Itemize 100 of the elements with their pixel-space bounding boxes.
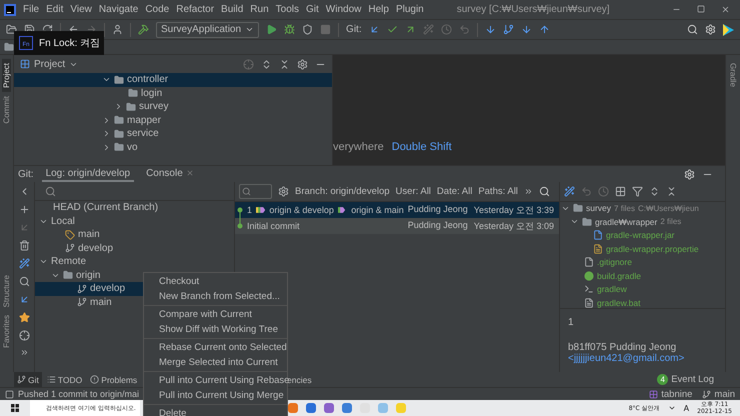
- menu-item[interactable]: Edit: [46, 4, 64, 15]
- filter-dropdown[interactable]: Paths: All: [478, 186, 518, 197]
- more-icon[interactable]: [524, 187, 533, 196]
- filter-icon[interactable]: [632, 186, 643, 197]
- menu-item[interactable]: Run: [250, 4, 269, 15]
- tree-item[interactable]: survey: [14, 100, 332, 114]
- file-name[interactable]: build.gradle: [597, 270, 641, 281]
- menu-item[interactable]: Merge Selected into Current: [144, 355, 287, 370]
- search-icon[interactable]: [687, 24, 698, 35]
- branch-item[interactable]: develop: [35, 242, 234, 255]
- ime-indicator[interactable]: A: [684, 404, 690, 412]
- tool-tab[interactable]: TODO: [44, 372, 86, 387]
- file-name[interactable]: gradlew: [597, 284, 627, 294]
- menu-item[interactable]: Show Diff with Working Tree: [144, 322, 287, 337]
- file-name[interactable]: gradle-wrapper.propertie: [606, 244, 699, 254]
- menu-item[interactable]: Git: [306, 4, 319, 15]
- user-icon[interactable]: [112, 24, 123, 35]
- wand-icon[interactable]: [564, 186, 575, 197]
- branch-item[interactable]: HEAD (Current Branch): [35, 201, 234, 214]
- tray-caret-icon[interactable]: [668, 404, 676, 412]
- menu-item[interactable]: Rebase Current onto Selected: [144, 340, 287, 355]
- arrow-down-left-icon[interactable]: [368, 24, 380, 35]
- menu-item[interactable]: Tools: [276, 4, 299, 15]
- star-icon[interactable]: [18, 312, 30, 323]
- trash-icon[interactable]: [18, 240, 30, 251]
- menu-item[interactable]: Refactor: [176, 4, 214, 15]
- plugin-logo-icon[interactable]: [723, 24, 734, 36]
- more-icon[interactable]: [20, 348, 28, 357]
- side-tab[interactable]: Project: [2, 59, 11, 92]
- grid-icon[interactable]: [615, 186, 626, 197]
- menu-item[interactable]: Navigate: [98, 4, 138, 15]
- tool-tab[interactable]: Git: [14, 372, 42, 387]
- wand-icon[interactable]: [18, 258, 30, 269]
- arrow-down-icon[interactable]: [484, 24, 496, 35]
- menu-item[interactable]: File: [23, 4, 40, 15]
- collapse-all-icon[interactable]: [279, 58, 290, 70]
- search-icon[interactable]: [538, 186, 550, 197]
- side-tab[interactable]: Structure: [2, 270, 11, 312]
- email-link[interactable]: <jjjjjjieun421@gmail.com>: [568, 352, 717, 364]
- settings-icon[interactable]: [705, 24, 716, 35]
- event-log-button[interactable]: 4 Event Log: [657, 374, 740, 385]
- close-icon[interactable]: [721, 5, 730, 14]
- folder-name[interactable]: gradle₩wrapper: [595, 216, 658, 227]
- collapse-all-icon[interactable]: [666, 186, 677, 197]
- expand-all-icon[interactable]: [649, 186, 660, 197]
- plugin-status[interactable]: tabnine: [649, 388, 692, 400]
- menu-item[interactable]: Pull into Current Using Merge: [144, 388, 287, 403]
- check-icon[interactable]: [386, 24, 398, 35]
- commit-row[interactable]: Initial commit Pudding Jeong Yesterday 오전 3:09: [235, 218, 559, 234]
- side-tab[interactable]: Commit: [2, 92, 11, 128]
- tree-item[interactable]: controller: [14, 73, 332, 86]
- panel-title[interactable]: Project: [34, 58, 66, 70]
- restore-icon[interactable]: [697, 5, 705, 13]
- folder-name[interactable]: survey: [586, 203, 612, 214]
- close-icon[interactable]: [186, 169, 194, 177]
- panel-toggle-icon[interactable]: [5, 390, 14, 398]
- branch-status[interactable]: main: [702, 388, 735, 400]
- file-name[interactable]: gradlew.bat: [597, 298, 640, 308]
- file-name[interactable]: .gitignore: [597, 257, 632, 268]
- crosshair-icon[interactable]: [18, 330, 30, 341]
- menu-item[interactable]: Plugin: [396, 4, 424, 15]
- expand-all-icon[interactable]: [261, 58, 272, 70]
- settings-icon[interactable]: [684, 168, 695, 180]
- side-tab[interactable]: Gradle: [728, 59, 738, 92]
- arrow-up-right-icon[interactable]: [404, 24, 416, 35]
- tool-tab[interactable]: Console: [142, 166, 198, 182]
- hammer-icon[interactable]: [138, 24, 149, 35]
- menu-item[interactable]: Build: [221, 4, 244, 15]
- tool-tab[interactable]: Problems: [87, 372, 140, 387]
- menu-item[interactable]: Delete: [144, 406, 287, 416]
- plus-icon[interactable]: [18, 204, 30, 215]
- arrow-down-left-icon[interactable]: [18, 294, 30, 305]
- filter-dropdown[interactable]: User: All: [396, 186, 431, 197]
- settings-icon[interactable]: [278, 186, 289, 197]
- run-configuration-dropdown[interactable]: SurveyApplication: [156, 22, 260, 38]
- arrow-down-icon[interactable]: [520, 24, 532, 35]
- branch-item[interactable]: main: [35, 228, 234, 242]
- filter-dropdown[interactable]: Date: All: [436, 186, 472, 197]
- branch-icon[interactable]: [502, 24, 514, 35]
- side-tab[interactable]: Favorites: [2, 311, 11, 352]
- arrow-up-icon[interactable]: [538, 24, 550, 35]
- bug-icon[interactable]: [284, 24, 296, 35]
- menu-item[interactable]: Window: [326, 4, 362, 15]
- commit-row[interactable]: 1 origin & develop origin & main Pudding Jeong Yesterday 오전 3:39: [235, 202, 559, 218]
- menu-item[interactable]: Compare with Current: [144, 307, 287, 322]
- tree-item[interactable]: service: [14, 127, 332, 140]
- tool-tab[interactable]: Log: origin/develop: [42, 166, 134, 182]
- folder-icon[interactable]: [6, 24, 17, 35]
- tree-item[interactable]: mapper: [14, 114, 332, 127]
- menu-item[interactable]: Help: [368, 4, 389, 15]
- branch-item[interactable]: Remote: [35, 255, 234, 268]
- run-icon[interactable]: [266, 24, 278, 35]
- search-icon[interactable]: [18, 276, 30, 287]
- filter-dropdown[interactable]: Branch: origin/develop: [295, 186, 390, 197]
- search-icon[interactable]: [45, 186, 56, 196]
- file-name[interactable]: gradle-wrapper.jar: [606, 230, 675, 240]
- log-search-field[interactable]: [239, 184, 272, 199]
- tree-item[interactable]: login: [14, 86, 332, 100]
- menu-item[interactable]: View: [70, 4, 92, 15]
- branch-item[interactable]: Local: [35, 214, 234, 228]
